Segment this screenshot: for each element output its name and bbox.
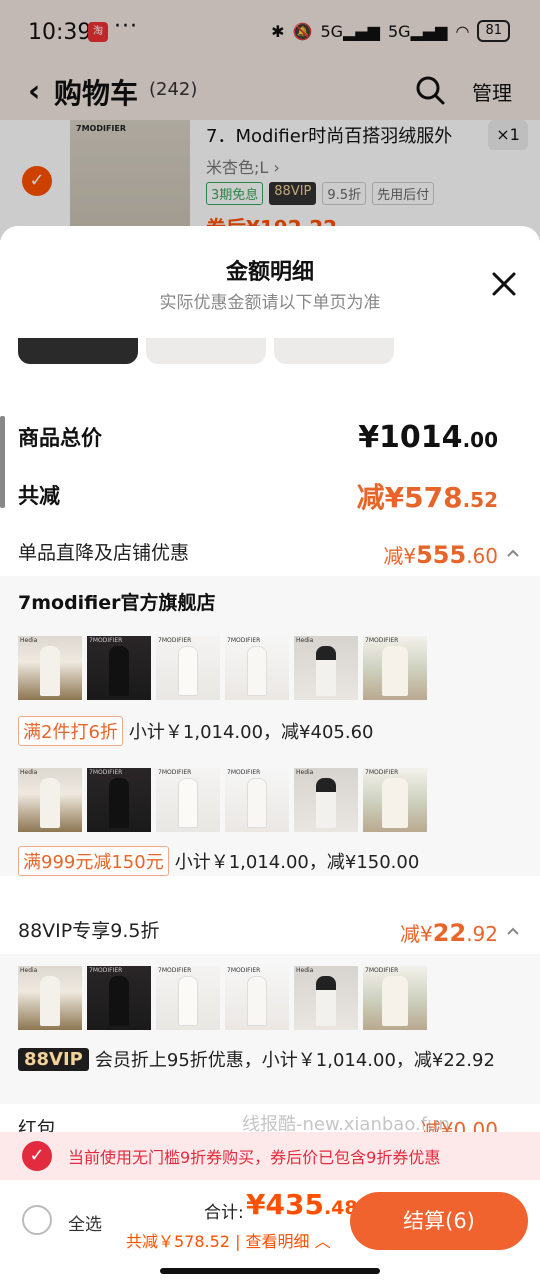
thumb-row: Hedia 7MODIFIER 7MODIFIER 7MODIFIER Hedi… <box>18 966 427 1030</box>
total-label: 合计: <box>204 1203 244 1223</box>
store-name[interactable]: 7modifier官方旗舰店 <box>18 588 216 615</box>
dim-overlay[interactable] <box>0 0 540 240</box>
sheet-title: 金额明细 <box>225 260 314 285</box>
product-peek-row <box>18 338 394 364</box>
product-thumb: Hedia <box>18 636 82 700</box>
product-thumb: Hedia <box>294 768 358 832</box>
goods-total-label: 商品总价 <box>18 426 102 450</box>
product-thumb: 7MODIFIER <box>225 636 289 700</box>
vip-promo-text: 会员折上95折优惠，小计￥1,014.00，减¥22.92 <box>94 1050 495 1071</box>
reduce-label: 共减 <box>18 484 60 508</box>
select-all-radio[interactable] <box>22 1205 52 1235</box>
product-thumb: 7MODIFIER <box>87 966 151 1030</box>
coupon-notice-text: 当前使用无门槛9折券购买，券后价已包含9折券优惠 <box>68 1148 441 1167</box>
promo-tag: 满999元减150元 <box>18 846 169 876</box>
vip-discount-amount: 减¥22.92 <box>400 919 498 947</box>
shop-discount-detail: 7modifier官方旗舰店 Hedia 7MODIFIER 7MODIFIER… <box>0 576 540 876</box>
chevron-up-icon[interactable] <box>506 924 520 938</box>
promo-text: 小计￥1,014.00，减¥405.60 <box>128 722 374 743</box>
coupon-checked-icon[interactable]: ✓ <box>22 1141 52 1171</box>
checkout-button[interactable]: 结算(6) <box>350 1192 528 1250</box>
home-indicator <box>160 1268 380 1274</box>
product-thumb: 7MODIFIER <box>225 768 289 832</box>
product-thumb: 7MODIFIER <box>156 636 220 700</box>
vip-discount-detail: Hedia 7MODIFIER 7MODIFIER 7MODIFIER Hedi… <box>0 954 540 1104</box>
product-peek-image <box>274 338 394 364</box>
product-thumb: Hedia <box>294 966 358 1030</box>
promo-tag: 满2件打6折 <box>18 716 123 746</box>
vip-discount-label[interactable]: 88VIP专享9.5折 <box>18 916 159 943</box>
promo-line: 满2件打6折 小计￥1,014.00，减¥405.60 <box>18 716 374 746</box>
product-thumb: 7MODIFIER <box>87 768 151 832</box>
sheet-subtitle: 实际优惠金额请以下单页为准 <box>159 293 381 313</box>
product-thumb: 7MODIFIER <box>363 966 427 1030</box>
product-thumb: Hedia <box>18 768 82 832</box>
red-packet-label[interactable]: 红包 <box>18 1114 56 1132</box>
product-thumb: Hedia <box>18 966 82 1030</box>
shop-discount-amount: 减¥555.60 <box>383 541 498 569</box>
close-icon[interactable] <box>488 268 520 300</box>
vip-promo-line: 88VIP 会员折上95折优惠，小计￥1,014.00，减¥22.92 <box>18 1046 495 1072</box>
product-peek-image <box>18 338 138 364</box>
thumb-row: Hedia 7MODIFIER 7MODIFIER 7MODIFIER Hedi… <box>18 636 427 700</box>
select-all-label[interactable]: 全选 <box>68 1210 102 1235</box>
goods-total-value: ¥1014.00 <box>358 420 498 455</box>
view-details-link[interactable]: 共减￥578.52 | 查看明细 ︿ <box>126 1228 331 1252</box>
coupon-notice[interactable]: ✓ 当前使用无门槛9折券购买，券后价已包含9折券优惠 <box>0 1132 540 1180</box>
checkout-footer: 全选 合计: ¥435.48 共减￥578.52 | 查看明细 ︿ 结算(6) <box>0 1180 540 1284</box>
product-thumb: 7MODIFIER <box>363 768 427 832</box>
product-thumb: 7MODIFIER <box>225 966 289 1030</box>
scroll-indicator <box>0 416 5 508</box>
product-thumb: 7MODIFIER <box>156 768 220 832</box>
promo-line: 满999元减150元 小计￥1,014.00，减¥150.00 <box>18 846 419 876</box>
product-peek-image <box>146 338 266 364</box>
product-thumb: 7MODIFIER <box>363 636 427 700</box>
total-value: ¥435.48 <box>246 1188 358 1221</box>
vip-badge: 88VIP <box>18 1047 89 1071</box>
thumb-row: Hedia 7MODIFIER 7MODIFIER 7MODIFIER Hedi… <box>18 768 427 832</box>
chevron-up-icon[interactable] <box>506 546 520 560</box>
reduce-value: 减¥578.52 <box>356 481 498 514</box>
product-thumb: 7MODIFIER <box>156 966 220 1030</box>
amount-detail-sheet: 金额明细 实际优惠金额请以下单页为准 商品总价 ¥1014.00 共减 减¥57… <box>0 226 540 1132</box>
shop-discount-label[interactable]: 单品直降及店铺优惠 <box>18 538 189 565</box>
product-thumb: 7MODIFIER <box>87 636 151 700</box>
promo-text: 小计￥1,014.00，减¥150.00 <box>174 852 420 873</box>
product-thumb: Hedia <box>294 636 358 700</box>
